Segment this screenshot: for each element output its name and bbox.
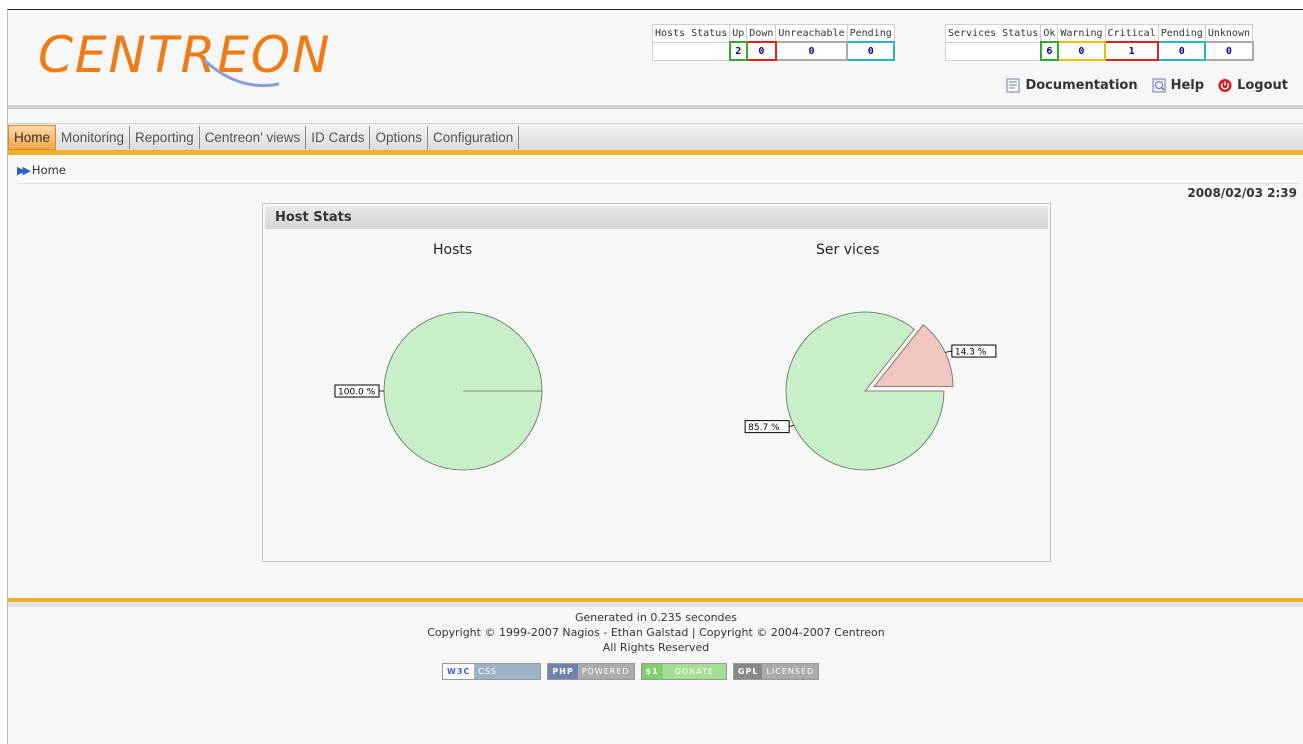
services-ok-header: Ok bbox=[1040, 24, 1059, 43]
breadcrumb-home[interactable]: Home bbox=[32, 163, 66, 177]
menu-id-cards[interactable]: ID Cards bbox=[306, 126, 371, 149]
power-icon bbox=[1218, 78, 1232, 93]
services-warning-count[interactable]: 0 bbox=[1056, 41, 1107, 61]
badge-w3c-left: W3C bbox=[443, 664, 475, 679]
hosts-up-header: Up bbox=[729, 24, 748, 43]
footer-divider-shade bbox=[8, 602, 1303, 607]
help-label: Help bbox=[1170, 78, 1205, 93]
hosts-chart-title: Hosts bbox=[433, 242, 473, 258]
data-label: 14.3 % bbox=[955, 348, 987, 358]
badge-donate-right: DONATE bbox=[662, 664, 726, 679]
badge-w3c-right: CSS bbox=[474, 664, 541, 679]
panel-title: Host Stats bbox=[275, 210, 352, 225]
logout-link[interactable]: Logout bbox=[1218, 78, 1288, 93]
badge-donate-left: $1 bbox=[641, 664, 663, 679]
badge-gpl-right: LICENSED bbox=[762, 664, 819, 679]
logout-label: Logout bbox=[1237, 78, 1288, 93]
help-link[interactable]: Help bbox=[1152, 78, 1204, 93]
copyright: Copyright © 1999-2007 Nagios - Ethan Gal… bbox=[427, 626, 885, 639]
services-unknown-header: Unknown bbox=[1204, 24, 1254, 43]
panel-header: Host Stats bbox=[265, 206, 1048, 229]
rights: All Rights Reserved bbox=[602, 641, 710, 654]
php-powered-badge[interactable]: PHP POWERED bbox=[547, 663, 635, 680]
services-unknown-count[interactable]: 0 bbox=[1204, 41, 1254, 61]
badge-php-left: PHP bbox=[548, 664, 578, 679]
services-pie-chart: 85.7 % 14.3 % bbox=[744, 311, 997, 471]
hosts-unreachable-count[interactable]: 0 bbox=[774, 41, 849, 61]
breadcrumb: ▶▶ Home bbox=[17, 163, 66, 177]
current-date: 2008/02/03 2:39 bbox=[1187, 186, 1297, 200]
hosts-pending-header: Pending bbox=[846, 24, 895, 43]
menu-reporting[interactable]: Reporting bbox=[130, 126, 200, 149]
hosts-unreachable-header: Unreachable bbox=[775, 24, 848, 43]
menu-underline bbox=[8, 150, 1303, 155]
services-warning-header: Warning bbox=[1057, 24, 1106, 43]
data-label: 85.7 % bbox=[748, 423, 780, 433]
donate-badge[interactable]: $1 DONATE bbox=[640, 663, 727, 680]
badge-gpl-left: GPL bbox=[733, 664, 763, 679]
label-leader bbox=[945, 350, 952, 353]
logo-swoosh-icon bbox=[202, 58, 280, 88]
hosts-pending-count[interactable]: 0 bbox=[846, 41, 896, 61]
host-stats-panel: Host Stats Hosts Ser vices 100.0 % 85.7 … bbox=[262, 203, 1051, 562]
services-critical-header: Critical bbox=[1104, 24, 1159, 43]
centreon-logo[interactable]: CENTREON bbox=[34, 26, 374, 90]
documentation-label: Documentation bbox=[1025, 78, 1138, 93]
double-arrow-icon: ▶▶ bbox=[17, 163, 31, 177]
footer: Generated in 0.235 secondes Copyright © … bbox=[8, 610, 1303, 655]
services-ok-count[interactable]: 6 bbox=[1039, 41, 1059, 61]
document-icon bbox=[1006, 78, 1020, 93]
menu-options[interactable]: Options bbox=[370, 126, 429, 149]
services-status-empty bbox=[944, 41, 1042, 61]
services-status-table: Services Status Ok Warning Critical Pend… bbox=[944, 24, 1254, 61]
main-menu: Home Monitoring Reporting Centreon' view… bbox=[8, 123, 1303, 151]
hosts-down-count[interactable]: 0 bbox=[745, 41, 777, 61]
header-links: Documentation Help Logout bbox=[1006, 78, 1288, 93]
services-chart-title: Ser vices bbox=[816, 242, 880, 258]
help-book-icon bbox=[1152, 78, 1166, 93]
page-frame: CENTREON Hosts Status Up Down Unreachabl… bbox=[7, 9, 1303, 744]
footer-badges: W3C CSS PHP POWERED $1 DONATE GPL LICENS… bbox=[442, 663, 820, 680]
generated-time: Generated in 0.235 secondes bbox=[574, 611, 738, 624]
hosts-status-empty bbox=[651, 41, 731, 61]
hosts-down-header: Down bbox=[746, 24, 777, 43]
breadcrumb-divider bbox=[17, 183, 1300, 184]
data-label: 100.0 % bbox=[338, 388, 376, 398]
services-pending-header: Pending bbox=[1157, 24, 1206, 43]
menu-configuration[interactable]: Configuration bbox=[428, 126, 520, 149]
header-divider bbox=[8, 105, 1303, 109]
hosts-pie-chart: 100.0 % bbox=[334, 311, 543, 471]
menu-centreon-views[interactable]: Centreon' views bbox=[200, 126, 307, 149]
hosts-status-header: Hosts Status bbox=[651, 24, 731, 43]
header: CENTREON Hosts Status Up Down Unreachabl… bbox=[8, 10, 1303, 105]
documentation-link[interactable]: Documentation bbox=[1006, 78, 1138, 93]
services-critical-count[interactable]: 1 bbox=[1104, 41, 1160, 61]
label-leader bbox=[789, 424, 794, 427]
gpl-badge[interactable]: GPL LICENSED bbox=[732, 663, 820, 680]
services-pending-count[interactable]: 0 bbox=[1157, 41, 1207, 61]
menu-monitoring[interactable]: Monitoring bbox=[56, 126, 131, 149]
services-status-header: Services Status bbox=[944, 24, 1042, 43]
badge-php-right: POWERED bbox=[577, 664, 634, 679]
menu-home[interactable]: Home bbox=[8, 125, 57, 150]
w3c-css-badge[interactable]: W3C CSS bbox=[442, 663, 542, 680]
hosts-up-count[interactable]: 2 bbox=[728, 41, 748, 61]
hosts-status-table: Hosts Status Up Down Unreachable Pending… bbox=[651, 24, 896, 61]
